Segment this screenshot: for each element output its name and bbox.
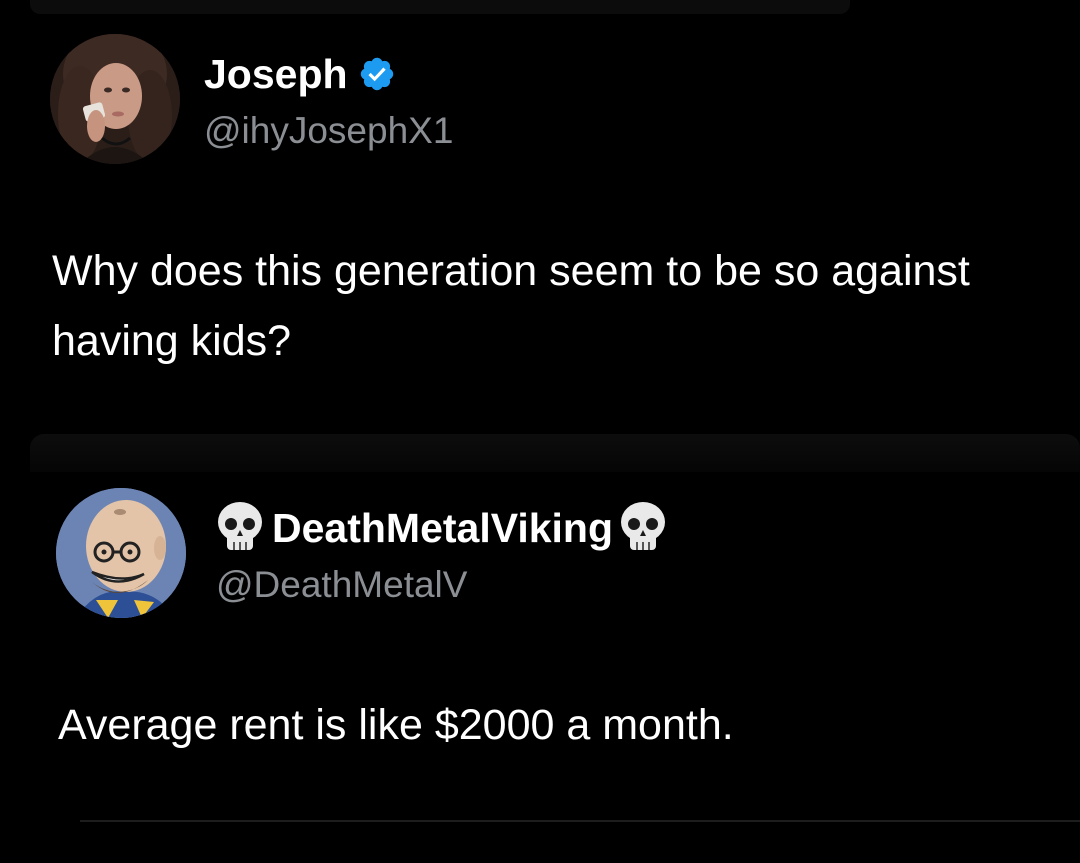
tweet-divider: [30, 434, 1080, 472]
tweet-divider-bottom: [80, 820, 1080, 822]
tweet-text: Why does this generation seem to be so a…: [52, 247, 970, 365]
tweet-text: Average rent is like $2000 a month.: [58, 701, 734, 749]
avatar[interactable]: [50, 34, 180, 164]
skull-icon: [621, 502, 665, 550]
user-handle[interactable]: @DeathMetalV: [216, 564, 467, 606]
display-name[interactable]: Joseph: [204, 50, 396, 98]
avatar[interactable]: [56, 488, 186, 618]
cartoon-bald-man-avatar: [56, 488, 186, 618]
verified-badge-icon: [360, 57, 393, 91]
display-name-text[interactable]: Joseph: [204, 51, 348, 98]
woman-crying-photo-avatar: [50, 34, 180, 164]
previous-tweet-edge: [30, 0, 850, 14]
skull-icon: [218, 502, 262, 550]
user-handle[interactable]: @ihyJosephX1: [204, 110, 453, 152]
display-name[interactable]: DeathMetalViking: [214, 502, 669, 554]
display-name-text[interactable]: DeathMetalViking: [272, 505, 613, 552]
